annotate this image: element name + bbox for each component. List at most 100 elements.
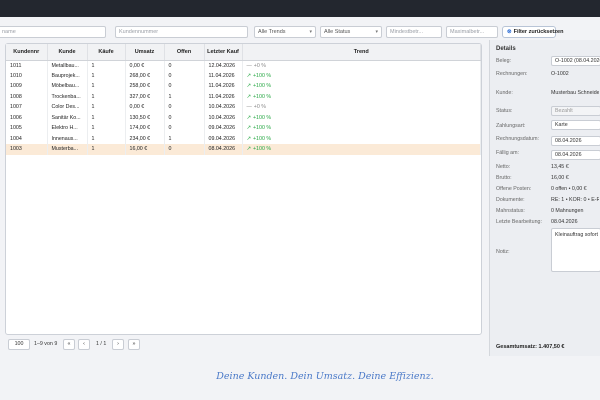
trend-value: +100 %	[252, 114, 272, 121]
cell-letzter-kauf: 09.04.2026	[204, 123, 243, 134]
column-header-offen[interactable]: Offen	[164, 44, 205, 61]
cell-trend: ↗ +100 %	[242, 70, 481, 81]
first-page-button[interactable]: «	[63, 339, 75, 350]
cell-kunde: Möbelbau...	[47, 81, 88, 92]
cell-trend: ↗ +100 %	[242, 81, 481, 92]
column-header-letzter-kauf[interactable]: Letzter Kauf	[204, 44, 243, 61]
cell-kundennr: 1009	[6, 81, 48, 92]
table-row[interactable]: 1006 Sanitär Ko... 1 130,50 €0 10.04.2026 ↗ +1…	[6, 112, 481, 123]
trend-up-icon: ↗	[246, 72, 251, 79]
cell-kunde: Metallbau...	[47, 60, 88, 71]
table-row[interactable]: 1003 Musterba... 1 16,00 €0 08.04.2026 ↗ +100 …	[6, 144, 481, 155]
trend-value: +100 %	[252, 83, 272, 90]
trend-value: +0 %	[253, 104, 267, 111]
cell-kunde: Color Des...	[47, 102, 88, 113]
cell-kundennr: 1004	[6, 133, 48, 144]
beleg-select[interactable]: O-1002 (08.04.2026)	[551, 56, 600, 66]
cell-kaeufe: 1	[87, 133, 126, 144]
cell-umsatz: 268,00 €	[125, 70, 165, 81]
cell-kaeufe: 1	[87, 81, 126, 92]
column-header-trend[interactable]: Trend	[242, 44, 481, 61]
chevron-down-icon: ▾	[309, 29, 312, 35]
previous-page-button[interactable]: ‹	[78, 339, 90, 350]
customer-table-panel: Kundennr Kunde Käufe Umsatz Offen Letzte…	[5, 43, 482, 335]
zahlungsart-label: Zahlungsart:	[496, 123, 526, 129]
cell-offen: 1	[164, 91, 205, 102]
next-page-button[interactable]: ›	[112, 339, 124, 350]
table-header-row: Kundennr Kunde Käufe Umsatz Offen Letzte…	[6, 44, 481, 61]
details-panel: Details Beleg: O-1002 (08.04.2026) Rechn…	[489, 40, 600, 356]
table-row[interactable]: 1009 Möbelbau... 1 258,00 €0 11.04.2026 ↗ +100…	[6, 81, 481, 92]
slogan: Deine Kunden. Dein Umsatz. Deine Effizie…	[216, 371, 434, 382]
cell-kaeufe: 1	[87, 70, 126, 81]
cell-letzter-kauf: 09.04.2026	[204, 133, 243, 144]
rechnungen-label: Rechnungen:	[496, 71, 528, 77]
cell-kaeufe: 1	[87, 123, 126, 134]
cell-trend: ↗ +100 %	[242, 91, 481, 102]
offene-posten-label: Offene Posten:	[496, 186, 532, 192]
cell-umsatz: 0,00 €	[125, 60, 165, 71]
trend-value: +100 %	[252, 93, 272, 100]
cell-letzter-kauf: 11.04.2026	[204, 70, 243, 81]
cell-kundennr: 1007	[6, 102, 48, 113]
table-row[interactable]: 1004 Innenaus... 1 234,00 €1 09.04.2026 ↗ +100…	[6, 133, 481, 144]
rechnungsdatum-input[interactable]: 08.04.2026	[551, 136, 600, 146]
column-header-kaeufe[interactable]: Käufe	[87, 44, 126, 61]
cell-kundennr: 1011	[6, 60, 48, 71]
mahnstatus-value: 0 Mahnungen	[551, 208, 584, 214]
title-bar	[0, 0, 600, 17]
letzte-bearbeitung-value: 08.04.2026	[551, 219, 578, 225]
max-amount-input[interactable]: Maximalbetr...	[446, 26, 498, 38]
dokumente-label: Dokumente:	[496, 197, 525, 203]
trend-up-icon: ↗	[246, 135, 251, 142]
cell-kundennr: 1006	[6, 112, 48, 123]
min-amount-input[interactable]: Mindestbetr...	[386, 26, 442, 38]
cell-offen: 0	[164, 60, 205, 71]
cell-trend: ↗ +100 %	[242, 144, 481, 155]
last-page-button[interactable]: »	[128, 339, 140, 350]
filter-reset-icon: ⊗	[507, 29, 512, 35]
customer-number-filter-input[interactable]: Kundennummer	[115, 26, 248, 38]
trend-value: +100 %	[252, 125, 272, 132]
trend-filter-select[interactable]: Alle Trends ▾	[254, 26, 316, 38]
netto-value: 13,45 €	[551, 164, 569, 170]
beleg-label: Beleg:	[496, 58, 512, 64]
table-row[interactable]: 1005 Elektro H... 1 174,00 €0 09.04.2026 ↗ +10…	[6, 123, 481, 134]
column-header-kundennr[interactable]: Kundennr	[6, 44, 48, 61]
cell-offen: 0	[164, 144, 205, 155]
table-row[interactable]: 1011 Metallbau... 1 0,00 €0 12.04.2026— +0 %	[6, 60, 481, 71]
cell-kunde: Musterba...	[47, 144, 88, 155]
cell-kunde: Trockenba...	[47, 91, 88, 102]
status-select[interactable]: Bezahlt	[551, 106, 600, 116]
trend-flat-icon: —	[246, 104, 252, 111]
brutto-label: Brutto:	[496, 175, 512, 181]
cell-offen: 0	[164, 81, 205, 92]
reset-filters-button[interactable]: ⊗ Filter zurücksetzen	[502, 26, 563, 38]
column-header-kunde[interactable]: Kunde	[47, 44, 88, 61]
trend-up-icon: ↗	[246, 83, 251, 90]
name-filter-input[interactable]: name	[0, 26, 106, 38]
status-filter-select[interactable]: Alle Status ▾	[320, 26, 382, 38]
cell-trend: ↗ +100 %	[242, 112, 481, 123]
brutto-value: 16,00 €	[551, 175, 569, 181]
kunde-value: Musterbau Schneider	[551, 90, 599, 96]
offene-posten-value: 0 offen • 0,00 €	[551, 186, 587, 192]
trend-flat-icon: —	[246, 62, 252, 69]
page-size-select[interactable]: 100	[8, 339, 30, 350]
gesamtumsatz: Gesamtumsatz: 1.407,50 €	[496, 344, 565, 350]
reset-filters-label: Filter zurücksetzen	[513, 29, 564, 35]
cell-kaeufe: 1	[87, 112, 126, 123]
column-header-umsatz[interactable]: Umsatz	[125, 44, 165, 61]
netto-label: Netto:	[496, 164, 511, 170]
cell-umsatz: 174,00 €	[125, 123, 165, 134]
cell-offen: 0	[164, 123, 205, 134]
notiz-textarea[interactable]: Kleinauftrag sofort	[551, 228, 600, 272]
table-row[interactable]: 1007 Color Des... 1 0,00 €0 10.04.2026— +0 %	[6, 102, 481, 113]
table-row[interactable]: 1008 Trockenba... 1 327,00 €1 11.04.2026 ↗ +10…	[6, 91, 481, 102]
rechnungen-value: O-1002	[551, 71, 569, 77]
cell-letzter-kauf: 11.04.2026	[204, 81, 243, 92]
cell-kunde: Bauprojek...	[47, 70, 88, 81]
table-row[interactable]: 1010 Bauprojek... 1 268,00 €0 11.04.2026 ↗ +10…	[6, 70, 481, 81]
faellig-input[interactable]: 08.04.2026	[551, 150, 600, 160]
zahlungsart-select[interactable]: Karte	[551, 120, 600, 130]
